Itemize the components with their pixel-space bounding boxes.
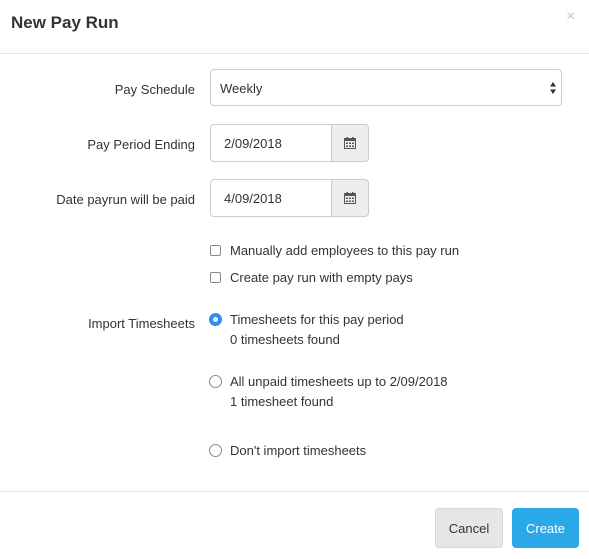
timesheets-this-period-label[interactable]: Timesheets for this pay period [230,312,404,327]
pay-period-ending-group [210,124,369,162]
timesheets-this-period-radio[interactable] [209,313,222,326]
empty-pays-checkbox[interactable] [210,272,221,283]
pay-period-ending-calendar-button[interactable] [331,124,369,162]
pay-schedule-value: Weekly [220,81,263,96]
dialog-title: New Pay Run [11,13,119,32]
date-paid-calendar-button[interactable] [331,179,369,217]
empty-pays-label[interactable]: Create pay run with empty pays [230,270,413,285]
pay-period-ending-label: Pay Period Ending [87,137,195,152]
calendar-icon [344,137,356,149]
dont-import-timesheets-label[interactable]: Don't import timesheets [230,443,366,458]
manually-add-employees-label[interactable]: Manually add employees to this pay run [230,243,459,258]
pay-period-ending-input[interactable] [210,124,332,162]
dialog-footer: Cancel Create [0,491,589,559]
date-paid-label: Date payrun will be paid [56,192,195,207]
all-unpaid-timesheets-count: 1 timesheet found [230,394,334,409]
timesheets-this-period-count: 0 timesheets found [230,332,340,347]
date-paid-group [210,179,369,217]
updown-arrows-icon [550,82,556,94]
close-icon[interactable]: × [566,9,575,25]
pay-schedule-label: Pay Schedule [114,82,195,97]
calendar-icon [344,192,356,204]
all-unpaid-timesheets-label[interactable]: All unpaid timesheets up to 2/09/2018 [230,374,448,389]
cancel-button[interactable]: Cancel [435,508,503,548]
new-pay-run-dialog: New Pay Run × Pay Schedule Weekly Pay Pe… [0,0,589,558]
import-timesheets-label: Import Timesheets [88,316,195,331]
all-unpaid-timesheets-radio[interactable] [209,375,222,388]
manually-add-employees-checkbox[interactable] [210,245,221,256]
create-button[interactable]: Create [512,508,579,548]
pay-schedule-select[interactable]: Weekly [210,69,562,106]
date-paid-input[interactable] [210,179,332,217]
dialog-header: New Pay Run × [0,0,589,54]
dont-import-timesheets-radio[interactable] [209,444,222,457]
